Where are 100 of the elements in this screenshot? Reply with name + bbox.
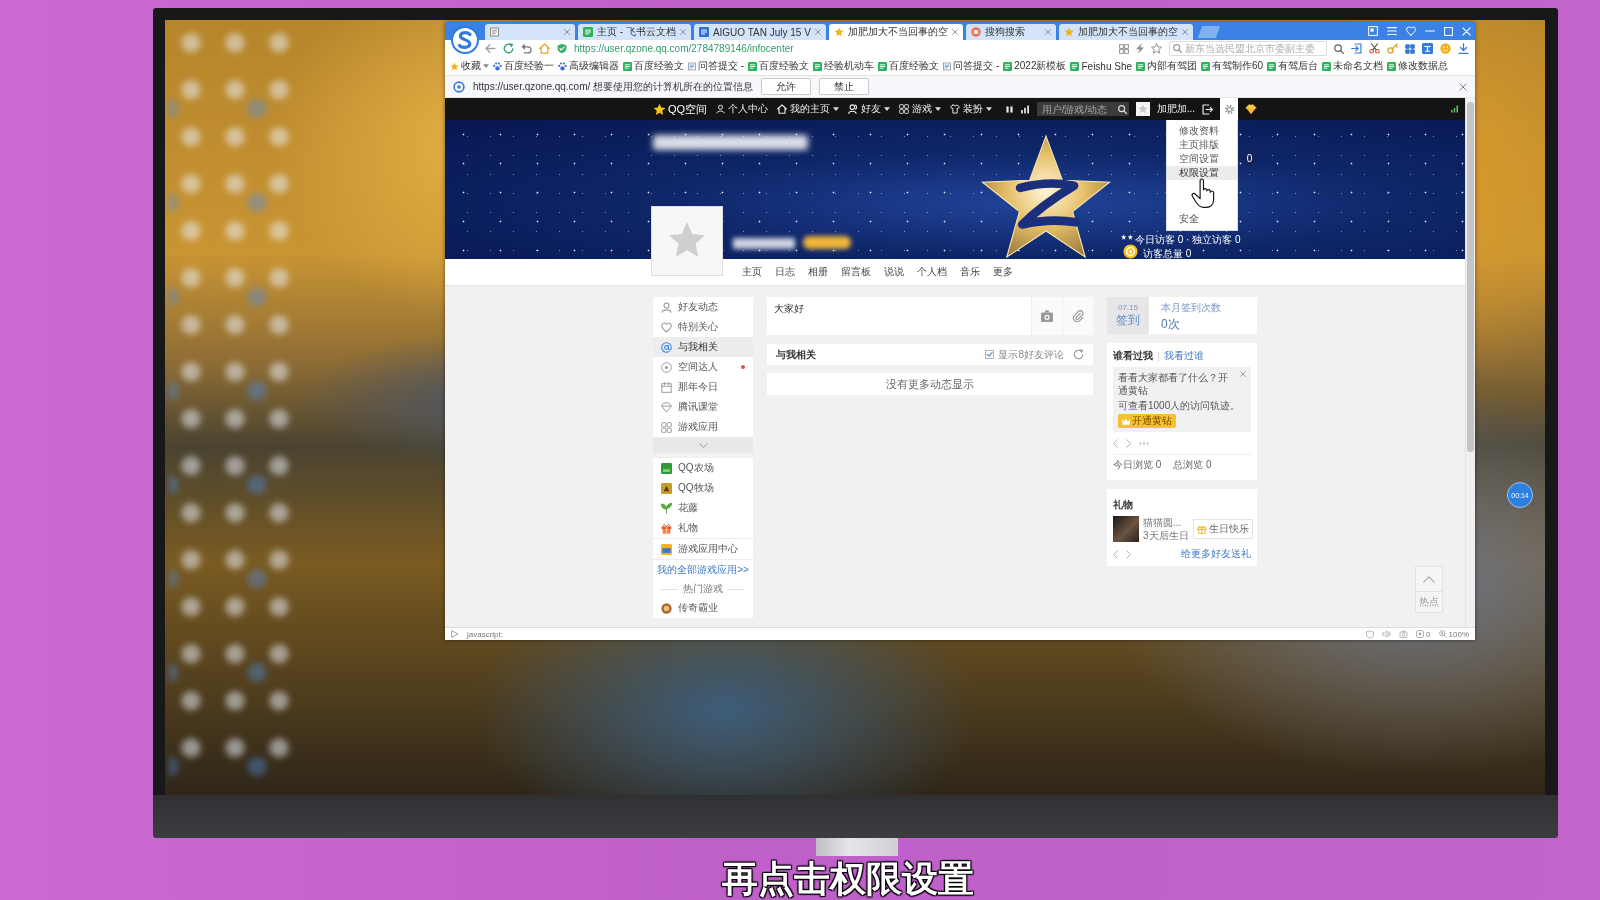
settings-button[interactable] [1220, 98, 1238, 120]
browser-tab[interactable]: 主页 - 飞书云文档 [578, 24, 691, 40]
nav-menu-item[interactable]: 游戏 [899, 102, 942, 116]
login-icon[interactable] [1351, 43, 1362, 54]
avatar-placeholder[interactable] [651, 206, 723, 276]
menu-item[interactable]: 主页排版 [1167, 138, 1237, 152]
browser-logo-icon[interactable] [451, 25, 479, 54]
site-logo-link[interactable]: QQ空间 [653, 101, 708, 117]
search-field[interactable]: 用户/游戏/动态 [1036, 102, 1129, 116]
sidebar-item[interactable]: 与我相关 [653, 337, 753, 357]
key-icon[interactable] [1387, 43, 1398, 54]
permission-button[interactable]: 禁止 [819, 78, 870, 95]
sidebar-item[interactable]: 腾讯课堂 [653, 397, 753, 417]
post-input[interactable]: 大家好 [767, 297, 1031, 335]
menu-icon[interactable] [1387, 26, 1397, 36]
maximize-icon[interactable] [1444, 26, 1453, 36]
checkbox-label[interactable]: 显示8好友评论 [998, 347, 1064, 362]
sidebar-item[interactable]: 空间达人 [653, 357, 753, 377]
nav-tab[interactable]: 音乐 [960, 265, 980, 279]
close-icon[interactable] [679, 29, 686, 35]
sidebar-item[interactable]: 游戏应用中心 [653, 539, 753, 559]
scrollbar-thumb[interactable] [1467, 102, 1474, 452]
bookmark-item[interactable]: 百度经验文 [878, 59, 940, 73]
star-icon[interactable] [1151, 43, 1162, 54]
new-tab-button[interactable] [1197, 26, 1221, 38]
avatar-icon[interactable] [1135, 102, 1150, 116]
browser-tab[interactable]: AIGUO TAN July 15 V [693, 24, 826, 40]
pause-icon[interactable] [1005, 104, 1013, 114]
bookmark-item[interactable]: 百度经验文 [623, 59, 684, 73]
close-icon[interactable] [1459, 82, 1467, 91]
download-icon[interactable] [1458, 43, 1469, 54]
visitor-tab[interactable]: 我看过谁 [1164, 349, 1204, 363]
nav-tab[interactable]: 个人档 [917, 265, 947, 279]
bookmark-item[interactable]: 问答提交 - [943, 59, 1000, 73]
menu-item[interactable]: 安全 [1167, 212, 1237, 226]
nav-menu-item[interactable]: 个人中心 [716, 102, 769, 116]
permission-button[interactable]: 允许 [761, 78, 812, 95]
chevron-left-icon[interactable] [1113, 549, 1118, 559]
bookmark-item[interactable]: 百度经验文 [748, 59, 810, 73]
browser-tab[interactable]: 加肥加大不当回事的空 [1058, 24, 1193, 40]
bookmark-item[interactable]: 百度经验一 [493, 59, 554, 73]
smiley-icon[interactable] [1440, 43, 1451, 54]
translate-icon[interactable] [1422, 43, 1433, 54]
visitor-tab[interactable]: 谁看过我 [1113, 349, 1153, 363]
browser-tab[interactable] [485, 24, 575, 40]
search-icon[interactable] [1334, 43, 1344, 54]
sidebar-item[interactable]: QQ牧场 [653, 478, 753, 498]
search-icon[interactable] [1117, 104, 1127, 114]
refresh-icon[interactable] [503, 43, 514, 54]
user-name-link[interactable]: 加肥加... [1156, 102, 1195, 116]
chevron-right-icon[interactable] [1126, 438, 1131, 448]
sidebar-item[interactable]: 花藤 [653, 498, 753, 518]
nav-tab[interactable]: 主页 [742, 265, 762, 279]
qr-code-icon[interactable] [1119, 43, 1129, 54]
bookmark-item[interactable]: 修改数据总 [1387, 59, 1449, 73]
vip-button[interactable]: 开通黄钻 [1118, 414, 1176, 428]
zoom-level[interactable]: 100% [1448, 629, 1469, 639]
diamond-icon[interactable] [1245, 103, 1257, 115]
nav-menu-item[interactable]: 装扮 [950, 102, 993, 116]
send-gift-link[interactable]: 给更多好友送礼 [1181, 547, 1251, 561]
browser-tab[interactable]: 搜狗搜索 [965, 24, 1056, 40]
speaker-icon[interactable] [1382, 630, 1392, 638]
browser-tab[interactable]: 加肥加大不当回事的空 [828, 24, 963, 40]
close-icon[interactable] [1240, 371, 1246, 377]
window-icon[interactable] [1368, 26, 1378, 36]
nav-tab[interactable]: 留言板 [841, 265, 871, 279]
sidebar-item[interactable]: 那年今日 [653, 377, 753, 397]
heart-icon[interactable] [1406, 26, 1416, 36]
bookmark-item[interactable]: 高级编辑器 [558, 59, 619, 73]
lightning-icon[interactable] [1136, 43, 1144, 54]
badge-icon[interactable] [1416, 630, 1425, 638]
nav-tab[interactable]: 相册 [808, 265, 828, 279]
close-icon[interactable] [564, 29, 570, 35]
bookmark-item[interactable]: 未命名文档 [1322, 59, 1384, 73]
back-icon[interactable] [485, 43, 496, 54]
shield-icon[interactable] [1366, 629, 1375, 639]
close-icon[interactable] [951, 29, 958, 35]
bookmark-item[interactable]: 内部有驾团 [1136, 59, 1198, 73]
menu-item[interactable]: 权限设置 [1167, 166, 1237, 180]
undo-icon[interactable] [521, 43, 532, 54]
checkbox[interactable] [985, 350, 995, 359]
bookmark-item[interactable]: Feishu She [1070, 60, 1133, 72]
birthday-button[interactable]: 生日快乐 [1192, 519, 1253, 539]
scissors-icon[interactable] [1369, 43, 1380, 54]
nav-menu-item[interactable]: 好友 [848, 102, 891, 116]
nav-tab[interactable]: 日志 [775, 265, 795, 279]
close-icon[interactable] [814, 29, 821, 35]
bookmark-item[interactable]: 2022新模板 [1003, 59, 1067, 73]
menu-item[interactable]: 空间设置 [1167, 152, 1237, 166]
sidebar-item[interactable]: 特别关心 [653, 317, 753, 337]
chevron-left-icon[interactable] [1113, 438, 1118, 448]
bookmark-item[interactable]: 经验机动车 [813, 59, 875, 73]
play-icon[interactable] [451, 630, 459, 638]
camera-icon[interactable] [1399, 630, 1409, 638]
all-apps-link[interactable]: 我的全部游戏应用>> [657, 563, 749, 577]
apps-icon[interactable] [1405, 43, 1415, 54]
sidebar-item[interactable]: 游戏应用 [653, 417, 753, 437]
sidebar-item[interactable]: QQ农场 [653, 458, 753, 478]
sidebar-item[interactable]: 好友动态 [653, 297, 753, 317]
home-icon[interactable] [539, 43, 550, 54]
